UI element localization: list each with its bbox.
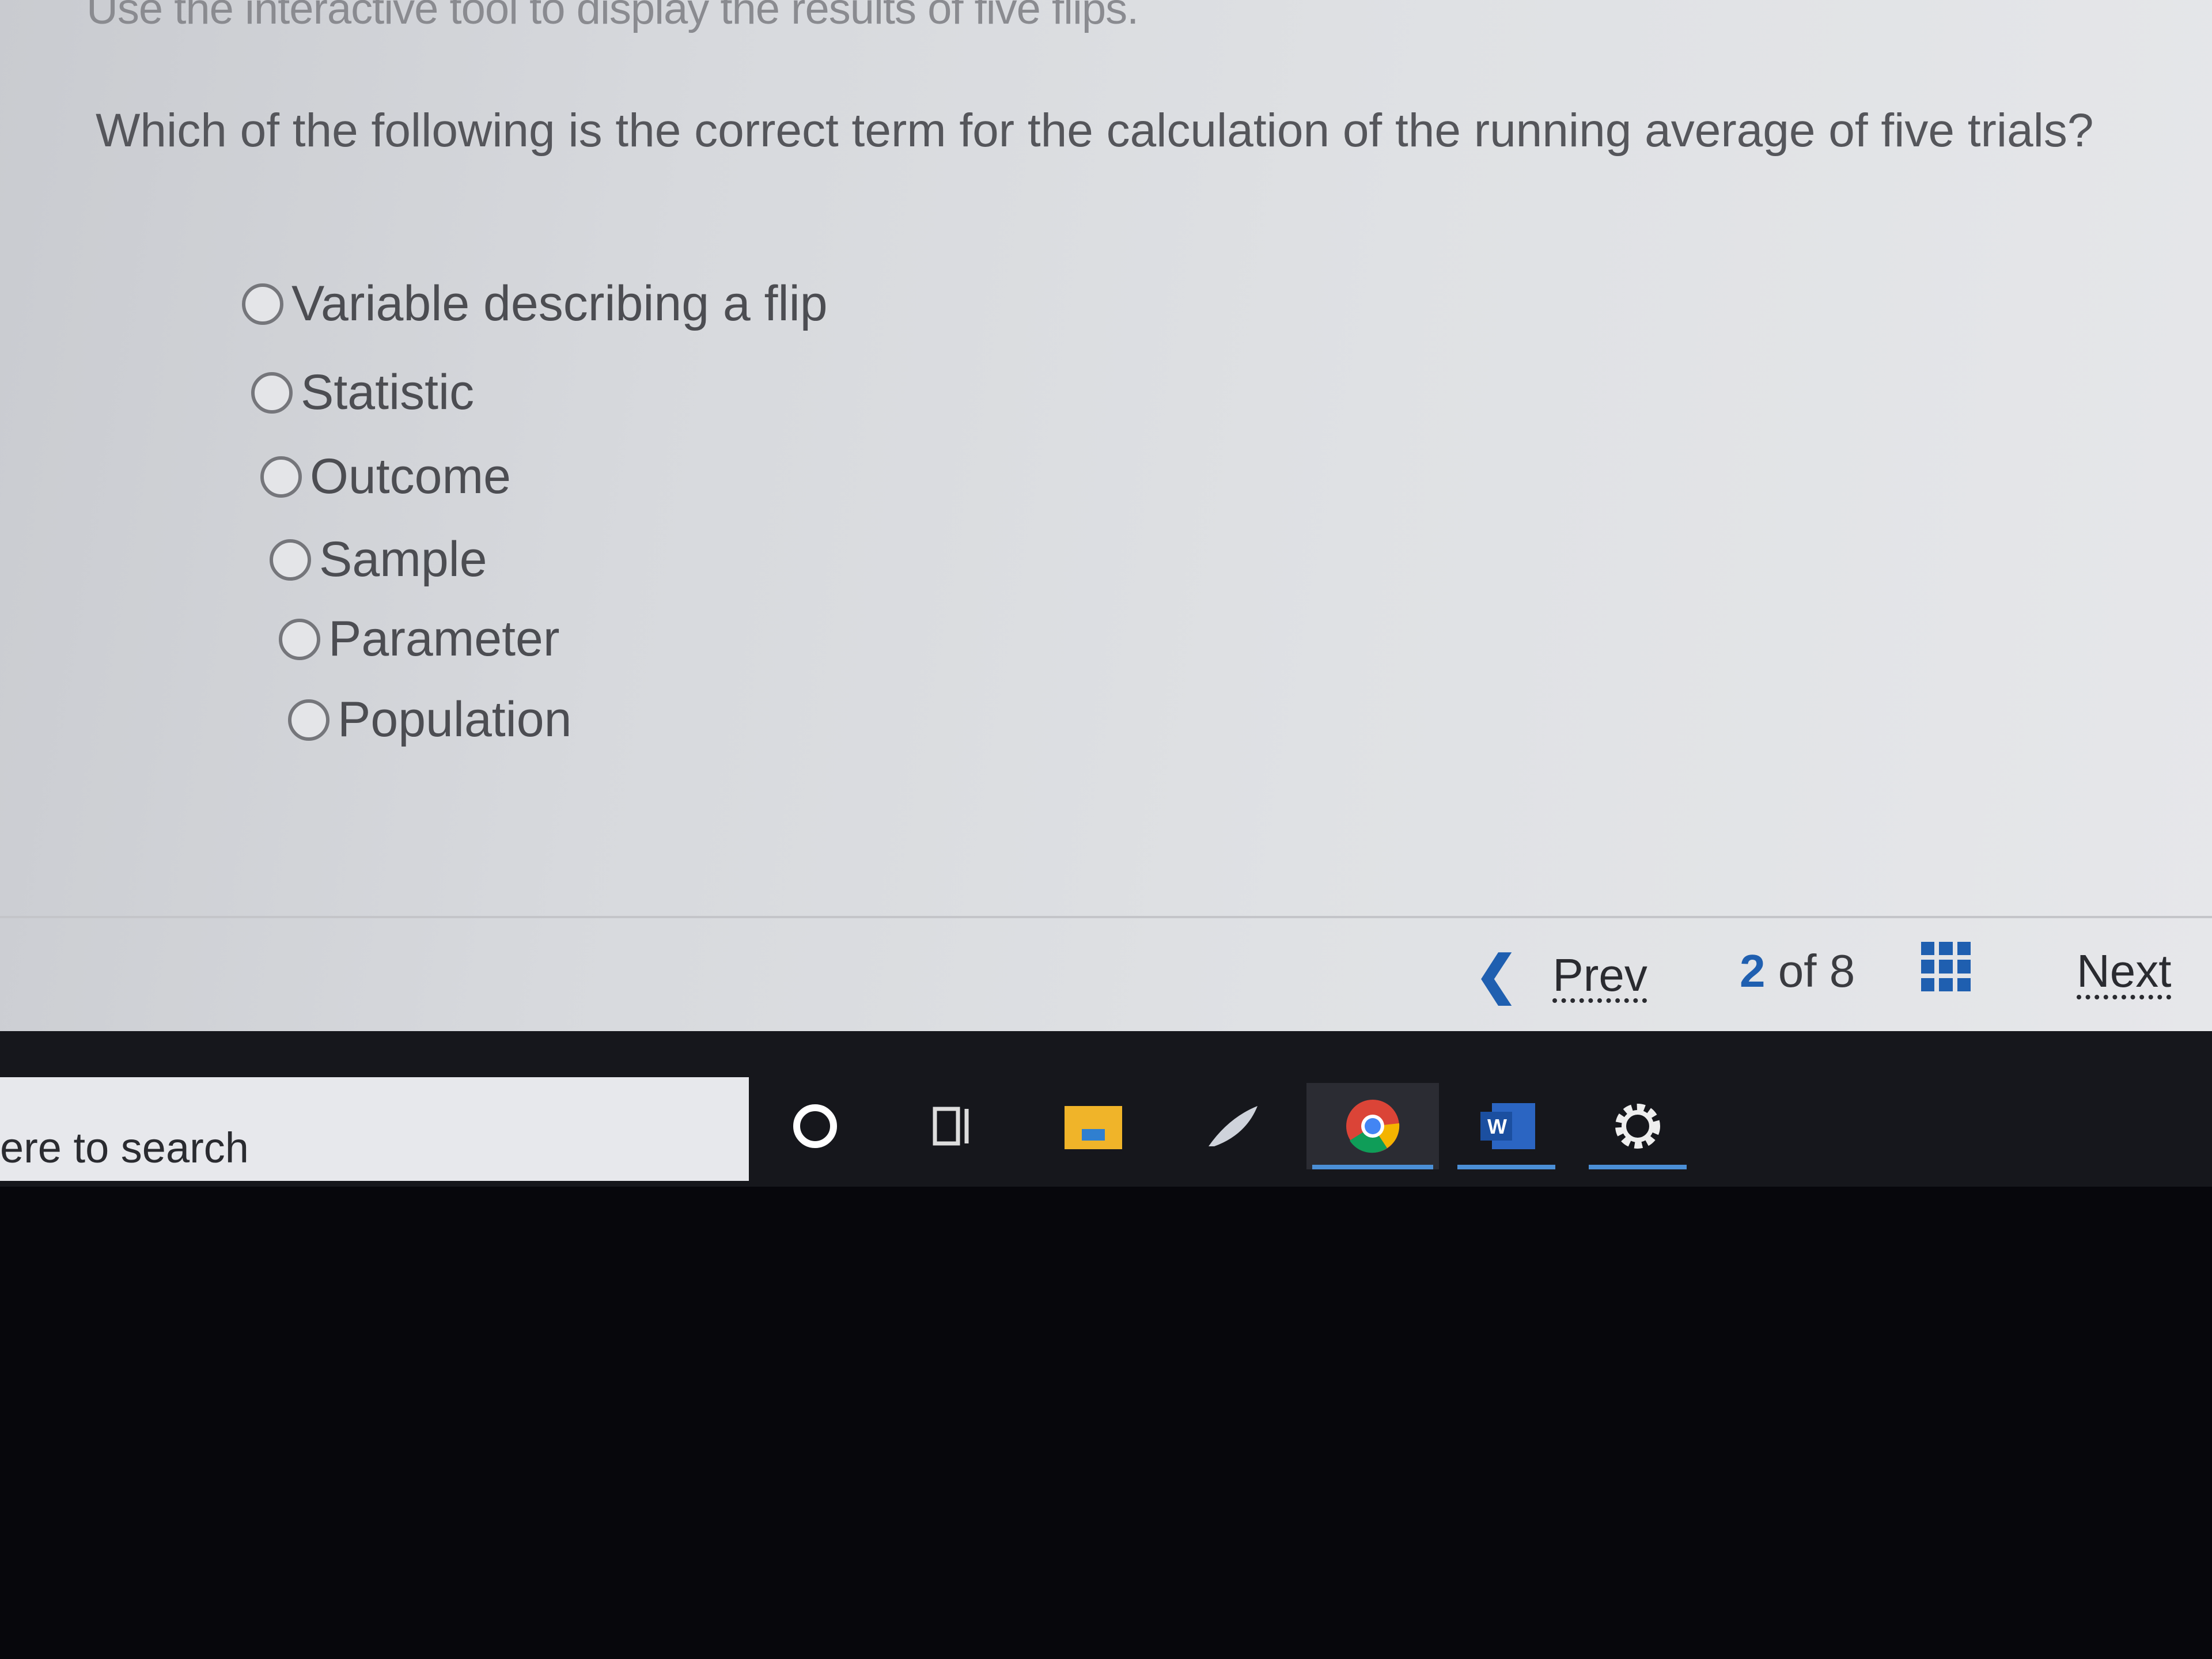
taskbar: ere to search W bbox=[0, 1031, 2212, 1187]
svg-text:W: W bbox=[1487, 1115, 1507, 1138]
cortana-icon[interactable] bbox=[760, 1083, 870, 1169]
question-text: Which of the following is the correct te… bbox=[96, 104, 2094, 157]
option-label: Sample bbox=[319, 532, 487, 587]
option-label: Parameter bbox=[328, 611, 560, 666]
footer-divider bbox=[0, 916, 2212, 918]
chevron-left-icon: ❮ bbox=[1475, 946, 1518, 1004]
file-explorer-icon[interactable] bbox=[1039, 1083, 1148, 1169]
page-indicator: 2 of 8 bbox=[1740, 945, 1855, 998]
radio-button[interactable] bbox=[270, 539, 311, 581]
feather-app-icon[interactable] bbox=[1177, 1083, 1286, 1169]
option-variable[interactable]: Variable describing a flip bbox=[242, 275, 828, 332]
word-icon[interactable]: W bbox=[1452, 1083, 1561, 1169]
option-label: Population bbox=[338, 692, 572, 747]
option-sample[interactable]: Sample bbox=[270, 531, 487, 588]
chrome-icon[interactable] bbox=[1306, 1083, 1439, 1169]
radio-button[interactable] bbox=[288, 699, 329, 741]
instructions-text: Use the interactive tool to display the … bbox=[86, 0, 1139, 33]
option-label: Variable describing a flip bbox=[291, 276, 828, 331]
prev-button[interactable]: ❮ Prev bbox=[1475, 945, 1647, 1005]
search-input[interactable]: ere to search bbox=[0, 1077, 749, 1181]
of-label: of bbox=[1778, 945, 1817, 997]
question-grid-icon[interactable] bbox=[1921, 942, 1971, 991]
option-outcome[interactable]: Outcome bbox=[260, 448, 511, 505]
option-label: Statistic bbox=[301, 365, 475, 420]
option-label: Outcome bbox=[310, 449, 511, 504]
task-view-icon[interactable] bbox=[897, 1083, 1007, 1169]
quiz-page: Use the interactive tool to display the … bbox=[0, 0, 2212, 1077]
prev-label: Prev bbox=[1552, 949, 1647, 1001]
radio-button[interactable] bbox=[260, 456, 302, 498]
total-pages: 8 bbox=[1829, 945, 1855, 997]
option-statistic[interactable]: Statistic bbox=[251, 364, 474, 421]
radio-button[interactable] bbox=[242, 283, 283, 325]
radio-button[interactable] bbox=[251, 372, 293, 414]
radio-button[interactable] bbox=[279, 618, 320, 660]
option-population[interactable]: Population bbox=[288, 691, 571, 748]
current-page: 2 bbox=[1740, 945, 1766, 997]
next-button[interactable]: Next bbox=[2077, 945, 2172, 998]
option-parameter[interactable]: Parameter bbox=[279, 611, 560, 668]
settings-icon[interactable] bbox=[1583, 1083, 1692, 1169]
